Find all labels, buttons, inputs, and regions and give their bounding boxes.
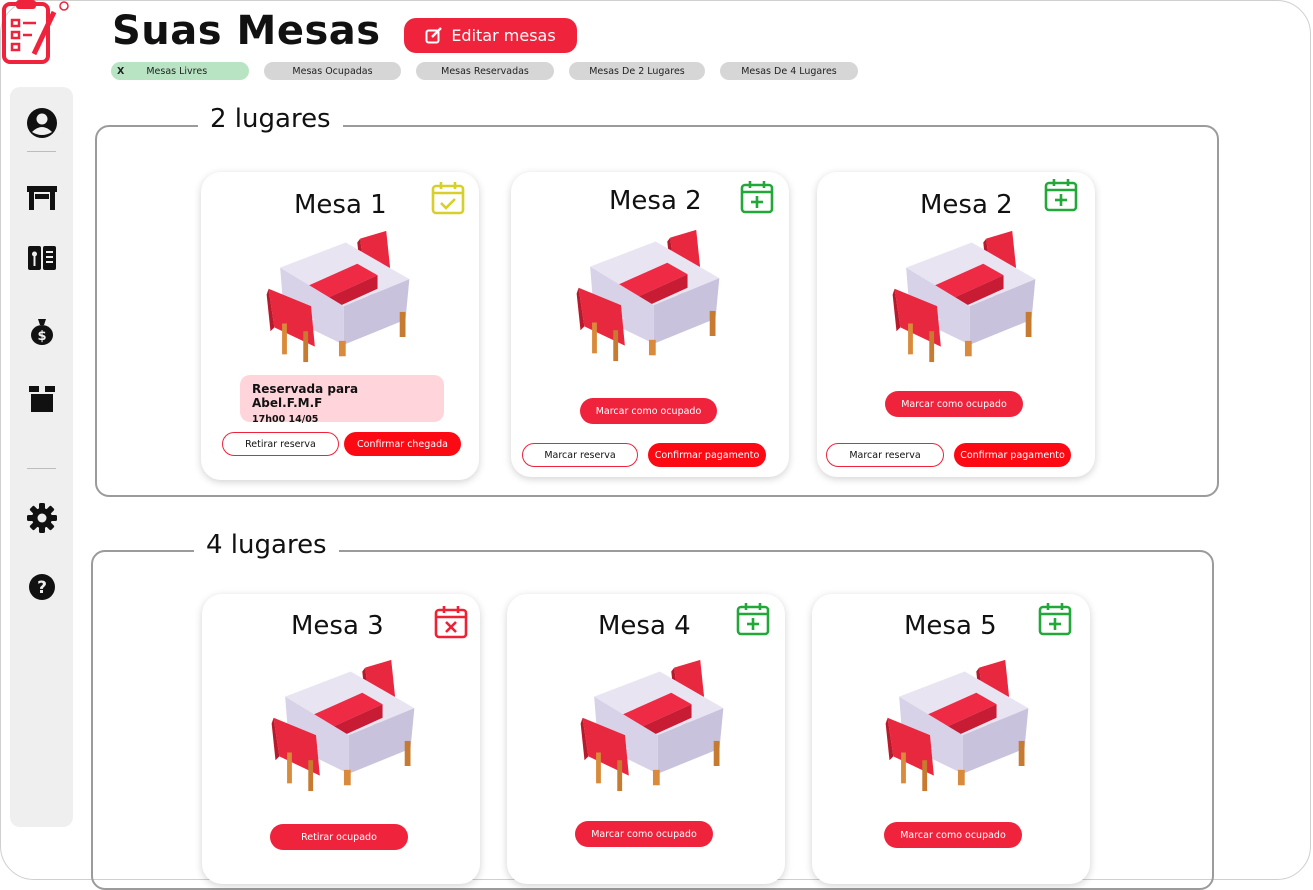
edit-tables-label: Editar mesas bbox=[451, 26, 556, 45]
section-title: 4 lugares bbox=[194, 530, 339, 560]
table-title: Mesa 2 bbox=[920, 190, 1013, 220]
calendar-plus-icon bbox=[736, 602, 770, 636]
filter-label: Mesas De 2 Lugares bbox=[589, 65, 685, 77]
calendar-plus-icon bbox=[1038, 602, 1072, 636]
remove-reservation-button[interactable]: Retirar reserva bbox=[222, 432, 339, 456]
filter-4-seat-tables[interactable]: Mesas De 4 Lugares bbox=[720, 62, 858, 80]
filter-reserved-tables[interactable]: Mesas Reservadas bbox=[416, 62, 554, 80]
filter-label: Mesas Ocupadas bbox=[292, 65, 373, 77]
menu-icon[interactable] bbox=[10, 245, 73, 271]
table-title: Mesa 5 bbox=[904, 611, 997, 641]
svg-text:$: $ bbox=[37, 329, 46, 344]
table-card: Mesa 1 Reservada para Abel.F.M.F 17h00 1… bbox=[201, 172, 479, 480]
table-illustration bbox=[271, 659, 415, 792]
table-card: Mesa 3 Retirar ocupado bbox=[202, 594, 480, 884]
calendar-x-icon bbox=[434, 605, 468, 639]
remove-occupied-button[interactable]: Retirar ocupado bbox=[270, 824, 408, 850]
filter-label: Mesas Reservadas bbox=[441, 65, 529, 77]
mark-occupied-button[interactable]: Marcar como ocupado bbox=[884, 822, 1022, 848]
section-title: 2 lugares bbox=[198, 104, 343, 134]
confirm-payment-button[interactable]: Confirmar pagamento bbox=[954, 443, 1071, 467]
gear-icon[interactable] bbox=[10, 503, 73, 533]
make-reservation-button[interactable]: Marcar reserva bbox=[826, 443, 944, 467]
filter-label: Mesas Livres bbox=[146, 65, 208, 77]
calendar-check-icon bbox=[431, 181, 465, 215]
edit-tables-button[interactable]: Editar mesas bbox=[404, 18, 577, 53]
help-icon[interactable]: ? bbox=[10, 573, 73, 601]
table-title: Mesa 4 bbox=[598, 611, 691, 641]
table-illustration bbox=[266, 230, 410, 363]
filter-2-seat-tables[interactable]: Mesas De 2 Lugares bbox=[569, 62, 705, 80]
table-title: Mesa 2 bbox=[609, 186, 702, 216]
reservation-info: Reservada para Abel.F.M.F 17h00 14/05 bbox=[240, 375, 444, 425]
table-illustration bbox=[580, 659, 724, 792]
box-icon[interactable] bbox=[10, 385, 73, 413]
table-illustration bbox=[892, 230, 1036, 363]
confirm-payment-button[interactable]: Confirmar pagamento bbox=[648, 443, 766, 467]
table-title: Mesa 1 bbox=[294, 190, 387, 220]
table-card: Mesa 4 Marcar como ocupado bbox=[507, 594, 785, 884]
table-illustration bbox=[885, 659, 1029, 792]
mark-occupied-button[interactable]: Marcar como ocupado bbox=[580, 398, 717, 424]
filter-label: Mesas De 4 Lugares bbox=[741, 65, 837, 77]
confirm-arrival-button[interactable]: Confirmar chegada bbox=[344, 432, 461, 456]
table-card: Mesa 5 Marcar como ocupado bbox=[812, 594, 1090, 884]
mark-occupied-button[interactable]: Marcar como ocupado bbox=[885, 391, 1023, 417]
sidebar-divider bbox=[27, 468, 56, 469]
reservation-time: 17h00 14/05 bbox=[252, 414, 319, 425]
sidebar: $ ? bbox=[10, 87, 73, 827]
filter-free-tables[interactable]: X Mesas Livres bbox=[111, 62, 249, 80]
edit-icon bbox=[425, 26, 443, 43]
table-illustration bbox=[576, 229, 720, 362]
table-title: Mesa 3 bbox=[291, 611, 384, 641]
calendar-plus-icon bbox=[1044, 178, 1078, 212]
remove-filter-icon[interactable]: X bbox=[117, 66, 124, 77]
calendar-plus-icon bbox=[740, 180, 774, 214]
reservation-name: Reservada para Abel.F.M.F bbox=[252, 382, 359, 410]
page-title: Suas Mesas bbox=[112, 8, 381, 54]
table-card: Mesa 2 Marcar como ocupado Marcar reserv… bbox=[817, 172, 1095, 477]
sidebar-divider bbox=[27, 151, 56, 152]
filter-occupied-tables[interactable]: Mesas Ocupadas bbox=[264, 62, 401, 80]
svg-text:?: ? bbox=[37, 578, 47, 598]
table-card: Mesa 2 Marcar como ocupado Marcar reserv… bbox=[511, 172, 789, 477]
profile-icon[interactable] bbox=[10, 107, 73, 139]
mark-occupied-button[interactable]: Marcar como ocupado bbox=[575, 821, 713, 847]
make-reservation-button[interactable]: Marcar reserva bbox=[522, 443, 638, 467]
table-icon[interactable] bbox=[10, 184, 73, 212]
app-logo-icon bbox=[2, 0, 69, 64]
money-bag-icon[interactable]: $ bbox=[10, 317, 73, 345]
